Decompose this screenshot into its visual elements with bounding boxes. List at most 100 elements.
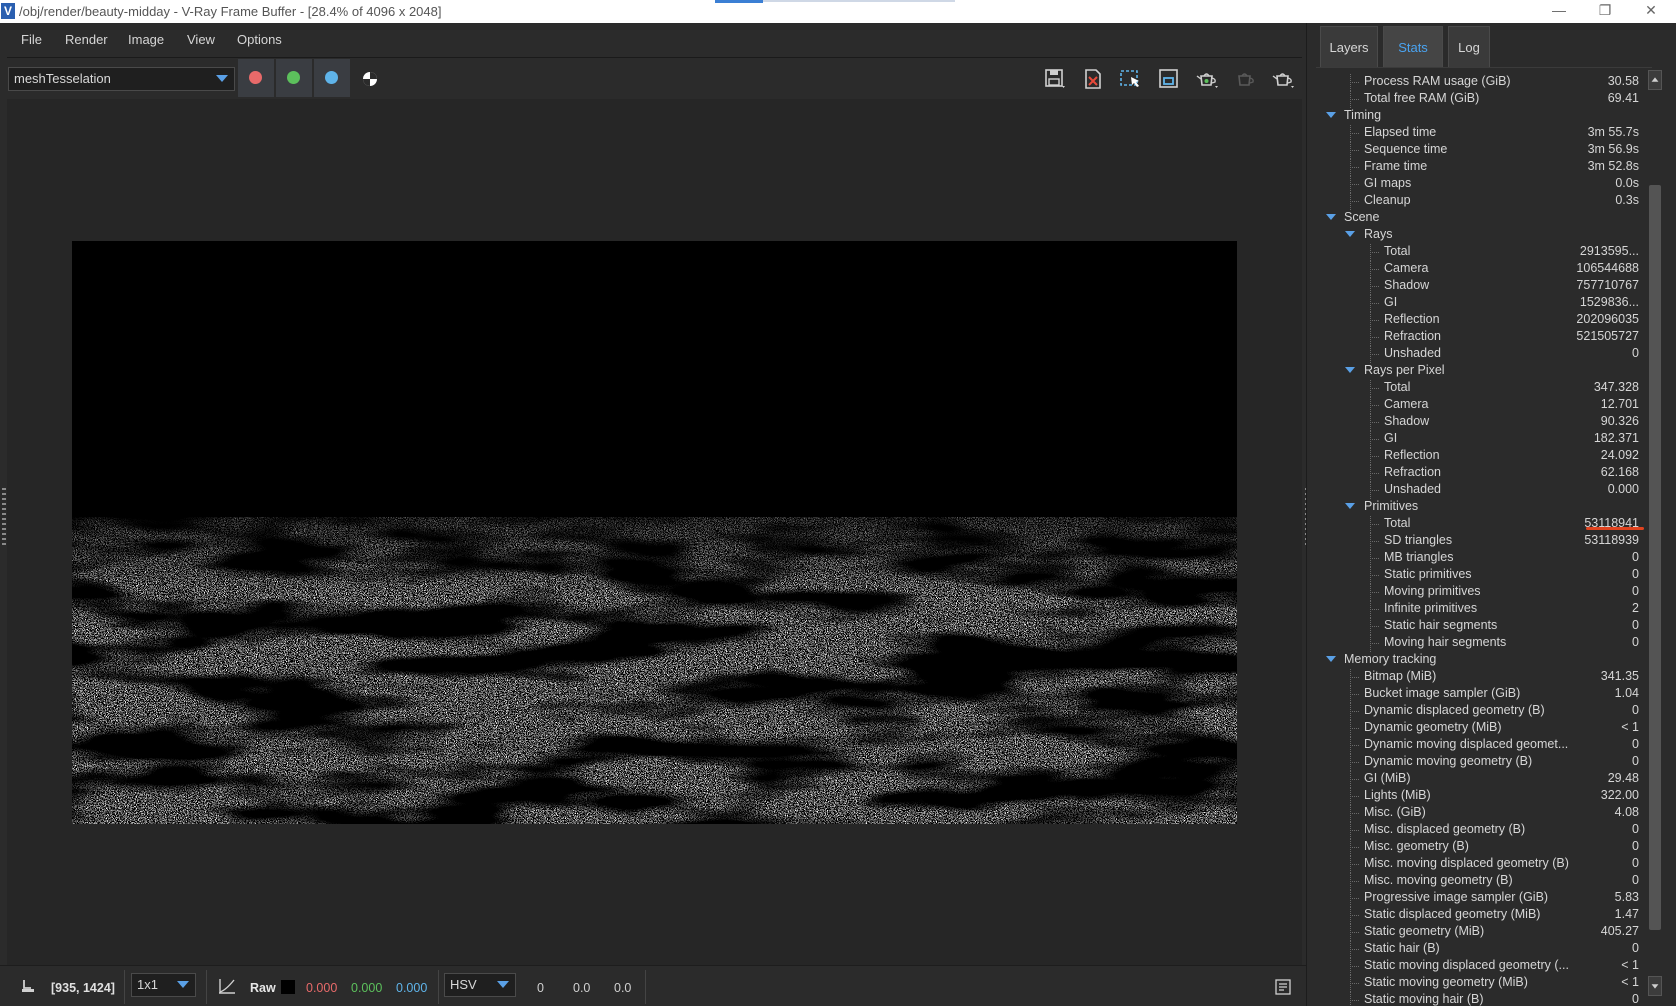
region-render-icon[interactable] xyxy=(1119,68,1143,90)
stats-value: 0 xyxy=(1632,567,1639,581)
minimize-button[interactable]: — xyxy=(1536,0,1582,23)
red-channel-button[interactable] xyxy=(238,59,274,97)
stats-row[interactable]: Static moving displaced geometry (... < 1 xyxy=(1316,958,1652,975)
green-channel-button[interactable] xyxy=(276,59,312,97)
stats-row[interactable]: Static hair segments 0 xyxy=(1316,618,1652,635)
stats-row[interactable]: Shadow 757710767 xyxy=(1316,278,1652,295)
tab-stats[interactable]: Stats xyxy=(1383,26,1443,67)
stats-row[interactable]: Dynamic moving displaced geomet... 0 xyxy=(1316,737,1652,754)
stats-row[interactable]: SD triangles 53118939 xyxy=(1316,533,1652,550)
stats-row[interactable]: Bitmap (MiB) 341.35 xyxy=(1316,669,1652,686)
expand-triangle-icon[interactable] xyxy=(1345,367,1355,373)
stats-row[interactable]: Dynamic displaced geometry (B) 0 xyxy=(1316,703,1652,720)
stats-row[interactable]: Misc. geometry (B) 0 xyxy=(1316,839,1652,856)
stats-row[interactable]: Rays per Pixel xyxy=(1316,363,1652,380)
stats-row[interactable]: Total 347.328 xyxy=(1316,380,1652,397)
tree-connector xyxy=(1370,541,1380,542)
stats-row[interactable]: Dynamic moving geometry (B) 0 xyxy=(1316,754,1652,771)
expand-triangle-icon[interactable] xyxy=(1326,656,1336,662)
stats-row[interactable]: Timing xyxy=(1316,108,1652,125)
alpha-channel-icon[interactable] xyxy=(358,68,382,90)
stats-row[interactable]: Static hair (B) 0 xyxy=(1316,941,1652,958)
save-image-icon[interactable] xyxy=(1043,68,1067,90)
interactive-render-icon[interactable] xyxy=(1271,68,1295,90)
scroll-up-button[interactable] xyxy=(1648,70,1662,90)
stats-row[interactable]: Camera 12.701 xyxy=(1316,397,1652,414)
blue-channel-button[interactable] xyxy=(314,59,350,97)
scrollbar-thumb[interactable] xyxy=(1649,185,1661,930)
stats-row[interactable]: Unshaded 0.000 xyxy=(1316,482,1652,499)
stats-row[interactable]: Progressive image sampler (GiB) 5.83 xyxy=(1316,890,1652,907)
stats-row[interactable]: Memory tracking xyxy=(1316,652,1652,669)
stats-row[interactable]: Frame time 3m 52.8s xyxy=(1316,159,1652,176)
stats-scrollbar[interactable] xyxy=(1647,70,1663,1000)
stats-row[interactable]: GI maps 0.0s xyxy=(1316,176,1652,193)
restore-button[interactable]: ❐ xyxy=(1582,0,1628,23)
stats-row[interactable]: Infinite primitives 2 xyxy=(1316,601,1652,618)
panel-splitter[interactable] xyxy=(1306,23,1316,1006)
left-panel-grip[interactable] xyxy=(2,488,6,546)
zoom-dropdown[interactable]: 1x1 xyxy=(131,973,196,997)
menu-file[interactable]: File xyxy=(21,32,42,47)
stats-row[interactable]: Dynamic geometry (MiB) < 1 xyxy=(1316,720,1652,737)
stats-row[interactable]: Sequence time 3m 56.9s xyxy=(1316,142,1652,159)
stats-row[interactable]: Lights (MiB) 322.00 xyxy=(1316,788,1652,805)
menu-render[interactable]: Render xyxy=(65,32,108,47)
stats-row[interactable]: Misc. moving geometry (B) 0 xyxy=(1316,873,1652,890)
stats-row[interactable]: Total free RAM (GiB) 69.41 xyxy=(1316,91,1652,108)
menu-view[interactable]: View xyxy=(187,32,215,47)
expand-triangle-icon[interactable] xyxy=(1326,112,1336,118)
menu-image[interactable]: Image xyxy=(128,32,164,47)
stats-row[interactable]: Moving primitives 0 xyxy=(1316,584,1652,601)
stats-row[interactable]: Cleanup 0.3s xyxy=(1316,193,1652,210)
stats-row[interactable]: Total 53118941 xyxy=(1316,516,1652,533)
tab-layers[interactable]: Layers xyxy=(1320,26,1378,67)
pixel-lock-icon[interactable] xyxy=(19,977,37,995)
render-teapot-icon[interactable] xyxy=(1195,68,1219,90)
colorspace-dropdown[interactable]: HSV xyxy=(444,973,516,997)
curve-icon[interactable] xyxy=(217,977,237,995)
stats-row[interactable]: GI 182.371 xyxy=(1316,431,1652,448)
stats-label: Static hair segments xyxy=(1384,618,1498,632)
stats-row[interactable]: Shadow 90.326 xyxy=(1316,414,1652,431)
stats-row[interactable]: Reflection 24.092 xyxy=(1316,448,1652,465)
expand-triangle-icon[interactable] xyxy=(1345,503,1355,509)
stats-row[interactable]: Moving hair segments 0 xyxy=(1316,635,1652,652)
stats-row[interactable]: Scene xyxy=(1316,210,1652,227)
stats-row[interactable]: Misc. moving displaced geometry (B) 0 xyxy=(1316,856,1652,873)
tab-log[interactable]: Log xyxy=(1448,26,1490,67)
stats-tree[interactable]: Process RAM usage (GiB) 30.58 Total free R… xyxy=(1316,67,1652,1006)
rendered-image[interactable] xyxy=(72,241,1237,824)
menu-options[interactable]: Options xyxy=(237,32,282,47)
scroll-down-button[interactable] xyxy=(1648,976,1662,996)
stats-row[interactable]: GI (MiB) 29.48 xyxy=(1316,771,1652,788)
clear-image-icon[interactable] xyxy=(1081,68,1105,90)
stop-render-icon[interactable] xyxy=(1233,68,1257,90)
stats-row[interactable]: Misc. (GiB) 4.08 xyxy=(1316,805,1652,822)
stats-row[interactable]: Refraction 62.168 xyxy=(1316,465,1652,482)
stats-row[interactable]: Static primitives 0 xyxy=(1316,567,1652,584)
stats-row[interactable]: Process RAM usage (GiB) 30.58 xyxy=(1316,74,1652,91)
stats-row[interactable]: Static displaced geometry (MiB) 1.47 xyxy=(1316,907,1652,924)
stats-row[interactable]: Elapsed time 3m 55.7s xyxy=(1316,125,1652,142)
stats-row[interactable]: Total 2913595... xyxy=(1316,244,1652,261)
stats-row[interactable]: Reflection 202096035 xyxy=(1316,312,1652,329)
expand-triangle-icon[interactable] xyxy=(1326,214,1336,220)
expand-triangle-icon[interactable] xyxy=(1345,231,1355,237)
stats-row[interactable]: Misc. displaced geometry (B) 0 xyxy=(1316,822,1652,839)
stats-row[interactable]: Static moving hair (B) 0 xyxy=(1316,992,1652,1006)
stats-row[interactable]: GI 1529836... xyxy=(1316,295,1652,312)
stats-row[interactable]: Primitives xyxy=(1316,499,1652,516)
stats-row[interactable]: Static geometry (MiB) 405.27 xyxy=(1316,924,1652,941)
stats-row[interactable]: MB triangles 0 xyxy=(1316,550,1652,567)
panel-toggle-icon[interactable] xyxy=(1275,979,1291,995)
close-window-button[interactable]: ✕ xyxy=(1628,0,1674,23)
render-mask-icon[interactable] xyxy=(1157,68,1181,90)
stats-row[interactable]: Camera 106544688 xyxy=(1316,261,1652,278)
stats-row[interactable]: Unshaded 0 xyxy=(1316,346,1652,363)
stats-row[interactable]: Refraction 521505727 xyxy=(1316,329,1652,346)
stats-row[interactable]: Static moving geometry (MiB) < 1 xyxy=(1316,975,1652,992)
stats-row[interactable]: Bucket image sampler (GiB) 1.04 xyxy=(1316,686,1652,703)
channel-dropdown[interactable]: meshTesselation xyxy=(8,67,235,91)
stats-row[interactable]: Rays xyxy=(1316,227,1652,244)
